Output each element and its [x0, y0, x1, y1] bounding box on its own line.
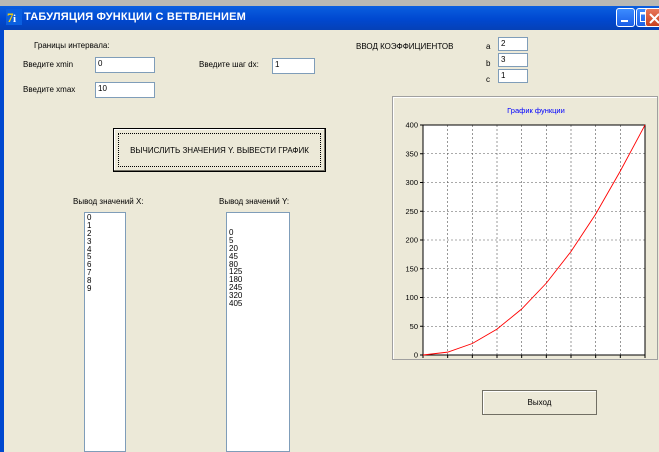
- output-y-listbox[interactable]: 0 5 20 45 80 125 180 245 320 405: [226, 212, 290, 452]
- y-tick-label: 100: [405, 293, 418, 302]
- y-tick-label: 200: [405, 236, 418, 245]
- xmax-label: Введите xmax: [23, 85, 76, 94]
- y-tick-label: 50: [410, 322, 418, 331]
- list-item[interactable]: 2: [87, 229, 123, 238]
- function-chart: График функции 0123456789050100150200250…: [405, 106, 646, 360]
- list-item[interactable]: 4: [87, 245, 123, 254]
- coefficients-heading: ВВОД КОЭФФИЦИЕНТОВ: [356, 42, 454, 51]
- focus-rectangle: [118, 133, 321, 167]
- delphi-app-icon: 7 i: [6, 9, 22, 25]
- y-tick-label: 0: [414, 351, 418, 360]
- calculate-plot-button[interactable]: ВЫЧИСЛИТЬ ЗНАЧЕНИЯ Y. ВЫВЕСТИ ГРАФИК: [113, 128, 326, 172]
- list-item[interactable]: 1: [87, 221, 123, 230]
- list-item[interactable]: 3: [87, 237, 123, 246]
- step-label: Введите шаг dx:: [199, 60, 259, 69]
- exit-button[interactable]: Выход: [482, 390, 597, 415]
- output-x-label: Вывод значений X:: [73, 197, 144, 206]
- y-tick-label: 400: [405, 121, 418, 130]
- y-tick-label: 150: [405, 264, 418, 273]
- svg-text:i: i: [13, 13, 16, 25]
- list-item[interactable]: 0: [229, 229, 287, 237]
- coef-a-label: a: [486, 42, 491, 51]
- coef-a-input[interactable]: 2: [498, 37, 528, 51]
- title-bar[interactable]: 7 i ТАБУЛЯЦИЯ ФУНКЦИИ С ВЕТВЛЕНИЕМ: [0, 6, 659, 30]
- minimize-button[interactable]: [616, 8, 635, 27]
- coef-b-input[interactable]: 3: [498, 53, 528, 67]
- output-x-listbox[interactable]: 0 1 2 3 4 5 6 7 8 9: [84, 212, 126, 452]
- y-tick-label: 350: [405, 149, 418, 158]
- list-item[interactable]: 6: [87, 261, 123, 269]
- output-y-label: Вывод значений Y:: [219, 197, 290, 206]
- list-item[interactable]: 7: [87, 269, 123, 277]
- xmin-input[interactable]: 0: [95, 57, 155, 73]
- xmax-input[interactable]: 10: [95, 82, 155, 98]
- coef-b-label: b: [486, 59, 491, 68]
- xmin-label: Введите xmin: [23, 60, 74, 69]
- list-item[interactable]: 5: [87, 253, 123, 261]
- window-title: ТАБУЛЯЦИЯ ФУНКЦИИ С ВЕТВЛЕНИЕМ: [24, 11, 247, 23]
- close-icon: [649, 13, 659, 24]
- list-item[interactable]: 9: [87, 285, 123, 293]
- y-tick-label: 300: [405, 178, 418, 187]
- interval-heading: Границы интервала:: [34, 41, 110, 50]
- list-item[interactable]: 405: [229, 300, 287, 308]
- main-window: 7 i ТАБУЛЯЦИЯ ФУНКЦИИ С ВЕТВЛЕНИЕМ Грани…: [0, 6, 659, 452]
- close-button[interactable]: [645, 8, 659, 27]
- exit-button-label: Выход: [527, 398, 552, 407]
- coef-c-label: c: [486, 75, 490, 84]
- function-chart-panel: График функции 0123456789050100150200250…: [392, 96, 658, 360]
- list-item[interactable]: 0: [87, 214, 123, 222]
- chart-grid: [423, 125, 645, 355]
- list-item[interactable]: 8: [87, 277, 123, 285]
- y-tick-label: 250: [405, 207, 418, 216]
- form-client-area: Границы интервала: Введите xmin 0 Введит…: [4, 30, 659, 452]
- minimize-icon: [621, 20, 628, 22]
- coef-c-input[interactable]: 1: [498, 69, 528, 83]
- step-input[interactable]: 1: [272, 58, 315, 74]
- chart-title: График функции: [507, 106, 565, 115]
